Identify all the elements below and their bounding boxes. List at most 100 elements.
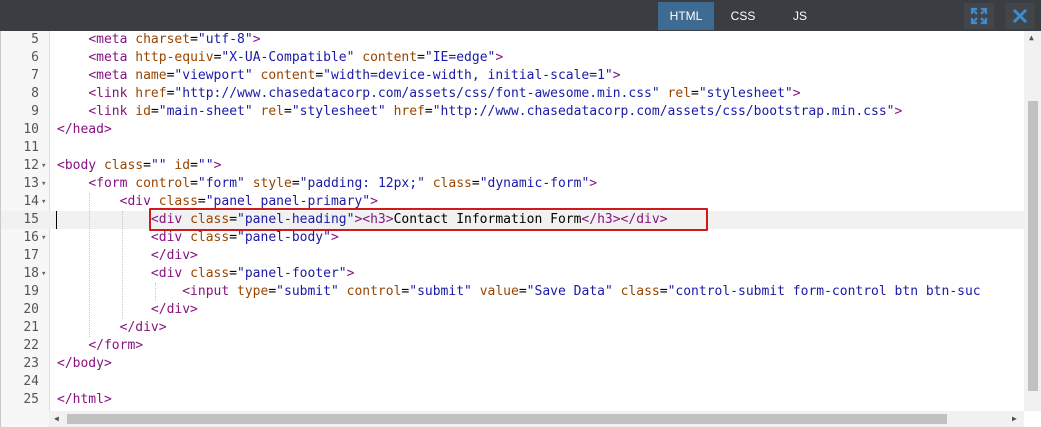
fold-arrow-icon[interactable]: ▾ [41, 265, 49, 283]
code-line[interactable]: 13 ▾ <form control="form" style="padding:… [1, 175, 1024, 193]
tab-html[interactable]: HTML [658, 2, 714, 30]
line-number: 14 [23, 194, 39, 209]
code-token: rel [667, 86, 691, 101]
code-text: <meta name="viewport" content="width=dev… [57, 67, 621, 85]
code-token: = [424, 104, 433, 119]
code-token: > [370, 194, 378, 209]
code-token: "http://www.chasedatacorp.com/assets/css… [174, 86, 660, 101]
code-token: content [362, 50, 418, 65]
code-text: <meta http-equiv = "X-UA-Compatible" conte… [57, 49, 503, 67]
code-editor[interactable]: 5 <meta charset="utf-8"> 6 <meta http-equ… [0, 31, 1041, 427]
code-token: </html> [57, 392, 112, 407]
code-token: "control-submit form-control btn btn-suc [667, 284, 981, 299]
vertical-scroll-thumb[interactable] [1028, 101, 1038, 391]
code-text: <meta charset="utf-8"> [57, 31, 260, 49]
code-token: content [260, 68, 316, 83]
horizontal-scroll-thumb[interactable] [67, 414, 947, 424]
code-token: <div [150, 266, 191, 281]
code-line[interactable]: 23 </body> [1, 355, 1024, 373]
code-token: > [792, 86, 801, 101]
code-token: "IE=edge" [424, 50, 496, 65]
code-text: </html> [57, 391, 112, 409]
fold-arrow-icon[interactable]: ▾ [41, 157, 49, 175]
fold-arrow-icon[interactable]: ▾ [41, 193, 49, 211]
line-number: 5 [31, 32, 39, 47]
tab-css[interactable]: CSS [718, 2, 768, 30]
code-line[interactable]: 17 </div> [1, 247, 1024, 265]
code-text: <div class="panel-body"> [57, 229, 339, 247]
code-text: </div> [57, 301, 198, 319]
line-number: 23 [23, 356, 39, 371]
code-line[interactable]: 5 <meta charset="utf-8"> [1, 31, 1024, 49]
line-number: 22 [23, 338, 39, 353]
code-text: </form> [57, 337, 143, 355]
code-line[interactable]: 25 </html> [1, 391, 1024, 409]
fold-arrow-icon[interactable]: ▾ [41, 229, 49, 247]
code-token: > [589, 176, 598, 191]
code-token: <body [57, 158, 104, 173]
close-button[interactable] [1005, 3, 1035, 29]
code-token: </div> [150, 302, 198, 317]
code-line[interactable]: 8 <link href = "http://www.chasedatacorp.c… [1, 85, 1024, 103]
code-line[interactable]: 22 </form> [1, 337, 1024, 355]
code-line[interactable]: 18 ▾ <div class="panel-footer"> [1, 265, 1024, 283]
code-token: = [691, 86, 699, 101]
scroll-up-icon[interactable]: ▲ [1029, 33, 1034, 42]
line-number: 21 [23, 320, 39, 335]
code-token: > [213, 158, 222, 173]
editor-toolbar: HTML CSS JS [0, 0, 1041, 31]
code-line[interactable]: 24 [1, 373, 1024, 391]
code-line[interactable]: 11 [1, 139, 1024, 157]
code-token: id [135, 104, 151, 119]
fold-arrow-icon[interactable]: ▾ [41, 175, 49, 193]
code-token: = [291, 176, 300, 191]
code-token: "dynamic-form" [479, 176, 590, 191]
code-text: <form control="form" style="padding: 12p… [57, 175, 597, 193]
code-token: type [237, 284, 269, 299]
code-line[interactable]: 16 ▾ <div class="panel-body"> [1, 229, 1024, 247]
code-token: <meta [88, 68, 136, 83]
vertical-scrollbar[interactable]: ▲ [1024, 31, 1041, 411]
code-token: "padding: 12px;" [299, 176, 425, 191]
code-token: rel [260, 104, 284, 119]
code-token: "panel-footer" [237, 266, 347, 281]
scroll-right-icon[interactable]: ▶ [1012, 414, 1017, 423]
code-line[interactable]: 12 ▾ <body class="" id=""> [1, 157, 1024, 175]
expand-icon [970, 7, 988, 25]
text-cursor [56, 211, 57, 229]
indent-guide [89, 193, 90, 337]
code-line[interactable]: 20 </div> [1, 301, 1024, 319]
horizontal-scrollbar[interactable]: ◀ ▶ [49, 411, 1024, 427]
code-token: > [612, 68, 621, 83]
indent-guide [155, 283, 156, 301]
code-line[interactable]: 10 </head> [1, 121, 1024, 139]
code-token: name [135, 68, 167, 83]
highlight-box [149, 208, 708, 231]
scroll-left-icon[interactable]: ◀ [54, 414, 59, 423]
code-token: <meta [88, 50, 136, 65]
code-token: <input [182, 284, 238, 299]
code-line[interactable]: 6 <meta http-equiv = "X-UA-Compatible" con… [1, 49, 1024, 67]
code-line[interactable]: 7 <meta name="viewport" content="width=d… [1, 67, 1024, 85]
code-token: "panel panel-primary" [205, 194, 371, 209]
expand-button[interactable] [964, 3, 994, 29]
code-line[interactable]: 21 </div> [1, 319, 1024, 337]
code-token: class [190, 266, 230, 281]
tab-js[interactable]: JS [773, 2, 827, 30]
code-token: = [150, 104, 159, 119]
code-token: style [252, 176, 292, 191]
code-line[interactable]: 9 <link id="main-sheet" rel="stylesheet"… [1, 103, 1024, 121]
code-text: <div class="panel-footer"> [57, 265, 355, 283]
code-token: <link [88, 86, 136, 101]
